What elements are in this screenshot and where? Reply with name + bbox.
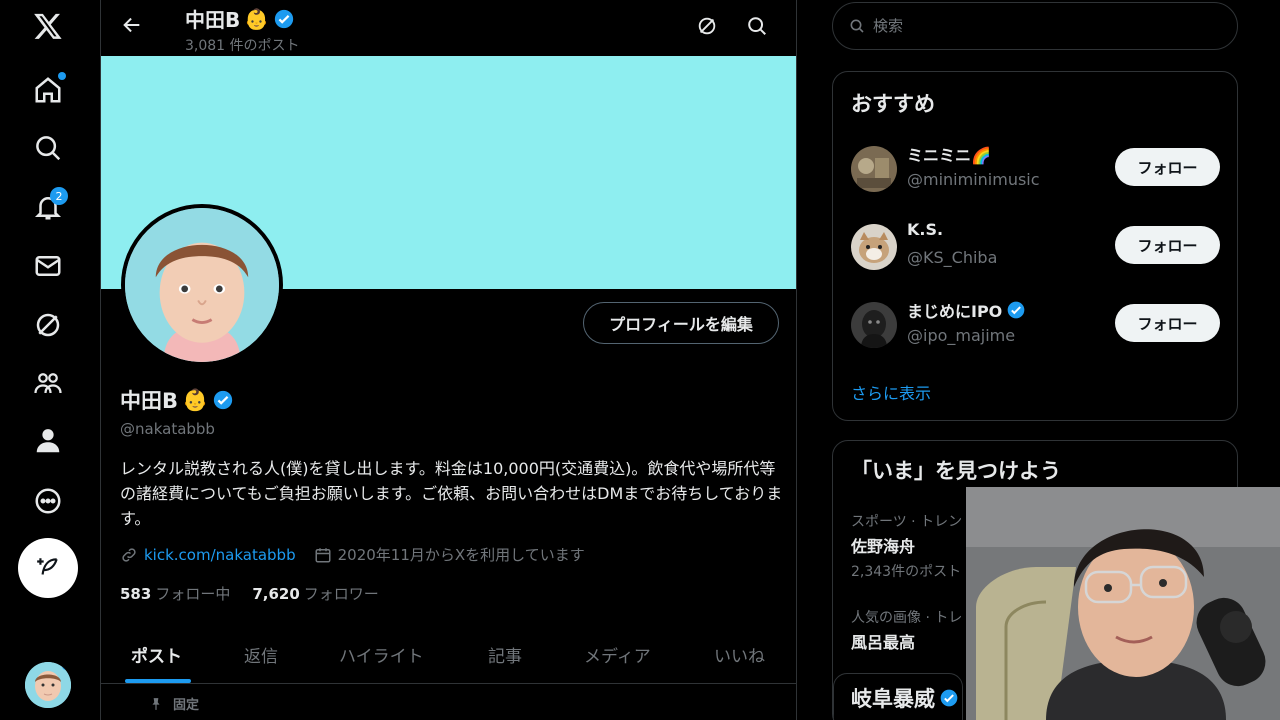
follow-button[interactable]: フォロー: [1115, 148, 1220, 186]
arrow-left-icon: [123, 17, 140, 33]
tab-likes[interactable]: いいね: [714, 642, 765, 667]
explore-icon[interactable]: [28, 128, 68, 168]
profile-header-bar: 中田B 👶 3,081 件のポスト: [101, 0, 796, 56]
edit-profile-button[interactable]: プロフィールを編集: [583, 302, 779, 344]
home-icon[interactable]: [28, 70, 68, 110]
recommend-user[interactable]: ミニミニ🌈 @miniminimusic フォロー: [851, 142, 1221, 198]
profile-name-text: 中田B: [120, 389, 179, 413]
notification-badge: 2: [50, 187, 68, 205]
calendar-icon: [315, 547, 331, 562]
recommend-name[interactable]: まじめにIPO: [907, 298, 1026, 322]
recommend-name-text: まじめにIPO: [907, 302, 1003, 321]
profile-meta: kick.com/nakatabbb 2020年11月からXを利用しています: [120, 544, 585, 565]
profile-column: 中田B 👶 3,081 件のポスト プロフィールを編集 中田B 👶 @nakat…: [100, 0, 797, 720]
active-tab-indicator: [125, 679, 191, 683]
grok-icon: [698, 17, 716, 35]
profile-name: 中田B 👶: [120, 385, 234, 415]
search-box[interactable]: [832, 2, 1238, 50]
home-unread-dot: [58, 72, 66, 80]
tab-replies[interactable]: 返信: [244, 642, 278, 667]
following-link[interactable]: 583 フォロー中: [120, 583, 230, 604]
trend-item[interactable]: 人気の画像 · トレ 風呂最高: [851, 607, 962, 653]
pinned-label: 固定: [173, 698, 200, 713]
verified-badge-icon: [1007, 301, 1025, 319]
recommend-user[interactable]: まじめにIPO @ipo_majime フォロー: [851, 298, 1221, 354]
trend-item[interactable]: スポーツ · トレン 佐野海舟 2,343件のポスト: [851, 511, 962, 581]
pinned-indicator: 固定: [149, 694, 199, 713]
show-more-link[interactable]: さらに表示: [851, 380, 931, 404]
follow-button[interactable]: フォロー: [1115, 226, 1220, 264]
grok-icon[interactable]: [28, 305, 68, 345]
followers-count: 7,620: [252, 585, 300, 603]
baby-emoji-icon: 👶: [182, 387, 209, 412]
verified-badge-icon: [274, 9, 294, 28]
recommend-handle: @KS_Chiba: [907, 248, 998, 267]
communities-icon[interactable]: [28, 363, 68, 403]
left-nav: 2: [0, 0, 100, 720]
pin-icon: [152, 697, 160, 710]
profile-joined: 2020年11月からXを利用しています: [314, 544, 585, 565]
trends-title: 「いま」を見つけよう: [851, 459, 1061, 483]
search-input[interactable]: [873, 17, 1213, 35]
header-post-count: 3,081 件のポスト: [185, 38, 300, 54]
profile-icon[interactable]: [28, 421, 68, 461]
avatar[interactable]: [851, 146, 897, 192]
trend-name: 風呂最高: [851, 633, 916, 652]
tab-articles[interactable]: 記事: [488, 642, 522, 667]
back-button[interactable]: [117, 10, 147, 40]
tab-highlights[interactable]: ハイライト: [339, 642, 424, 667]
grok-profile-button[interactable]: [693, 12, 721, 40]
x-logo-icon[interactable]: [28, 6, 68, 46]
verified-badge-icon: [940, 689, 958, 707]
profile-avatar[interactable]: [121, 204, 283, 366]
tab-posts[interactable]: ポスト: [131, 642, 182, 667]
follow-stats: 583 フォロー中 7,620 フォロワー: [120, 583, 379, 604]
messages-icon[interactable]: [28, 246, 68, 286]
followers-label: フォロワー: [303, 585, 379, 603]
search-icon: [850, 19, 864, 33]
profile-link[interactable]: kick.com/nakatabbb: [120, 546, 296, 564]
partial-user[interactable]: 岐阜暴威: [851, 683, 959, 713]
search-profile-button[interactable]: [743, 12, 771, 40]
recommend-handle: @miniminimusic: [907, 170, 1040, 189]
partial-user-name: 岐阜暴威: [851, 687, 935, 711]
header-name: 中田B 👶: [185, 4, 295, 33]
profile-link-text[interactable]: kick.com/nakatabbb: [144, 546, 296, 564]
webcam-overlay: [966, 487, 1280, 720]
avatar[interactable]: [851, 302, 897, 348]
compose-post-button[interactable]: [18, 538, 78, 598]
trend-category: スポーツ · トレン: [851, 514, 963, 530]
followers-link[interactable]: 7,620 フォロワー: [252, 583, 378, 604]
follow-button[interactable]: フォロー: [1115, 304, 1220, 342]
following-label: フォロー中: [155, 585, 231, 603]
recommend-name[interactable]: ミニミニ🌈: [907, 142, 991, 166]
tab-media[interactable]: メディア: [584, 642, 651, 667]
header-name-text: 中田B: [185, 8, 241, 32]
feather-plus-icon: [37, 558, 58, 575]
profile-handle: @nakatabbb: [120, 420, 215, 438]
avatar[interactable]: [851, 224, 897, 270]
trend-name: 佐野海舟: [851, 537, 916, 556]
trend-count: 2,343件のポスト: [851, 564, 962, 580]
verified-badge-icon: [214, 390, 233, 410]
recommend-name[interactable]: K.S.: [907, 220, 943, 239]
more-icon[interactable]: [28, 481, 68, 521]
profile-tabs: ポスト 返信 ハイライト 記事 メディア いいね: [101, 630, 796, 684]
notifications-icon[interactable]: 2: [28, 187, 68, 227]
account-avatar[interactable]: [25, 662, 71, 708]
profile-joined-text: 2020年11月からXを利用しています: [337, 546, 585, 564]
recommend-user[interactable]: K.S. @KS_Chiba フォロー: [851, 220, 1221, 276]
who-to-follow-title: おすすめ: [851, 92, 935, 116]
recommend-handle: @ipo_majime: [907, 326, 1016, 345]
who-to-follow-card: おすすめ ミニミニ🌈 @miniminimusic フォロー K.S. @KS_…: [832, 71, 1238, 421]
search-icon: [748, 17, 766, 35]
following-count: 583: [120, 585, 152, 603]
trend-category: 人気の画像 · トレ: [851, 610, 963, 626]
baby-emoji-icon: 👶: [244, 6, 270, 31]
account-unread-dot: [62, 662, 70, 670]
link-icon: [122, 547, 136, 562]
profile-bio: レンタル説教される人(僕)を貸し出します。料金は10,000円(交通費込)。飲食…: [120, 459, 783, 528]
